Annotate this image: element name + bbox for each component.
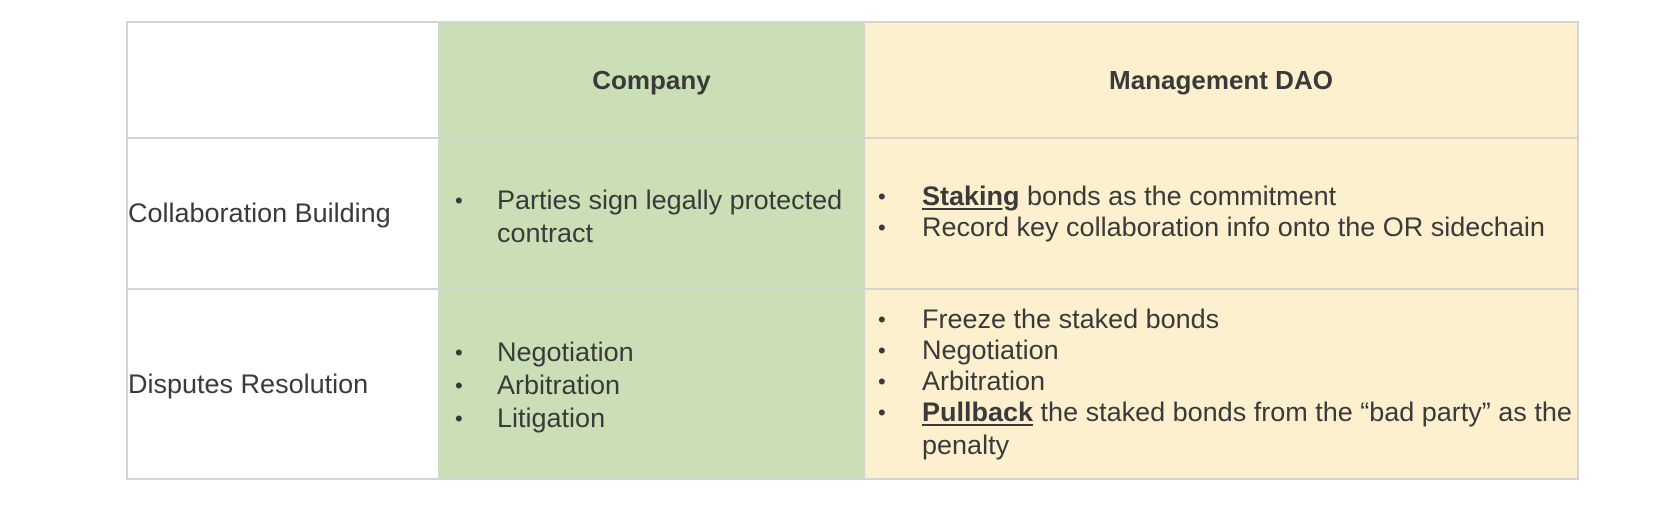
list-item: • Arbitration bbox=[878, 366, 1046, 396]
bullet-list: • Freeze the staked bonds • Negotiation • A… bbox=[865, 303, 1577, 462]
dao-cell-disputes: • Freeze the staked bonds • Negotiation • A… bbox=[863, 288, 1579, 480]
list-item: • Litigation bbox=[455, 402, 606, 433]
bullet-list: • Parties sign legally protected contract bbox=[440, 178, 863, 250]
keyword-staking: Staking bbox=[922, 180, 1020, 211]
bullet-icon: • bbox=[455, 405, 463, 431]
table-row: Disputes Resolution • Negotiation • Arbitr… bbox=[126, 288, 1579, 480]
row-label-collaboration-building: Collaboration Building bbox=[126, 137, 440, 290]
dao-cell-collaboration: • Staking bonds as the commitment • Record… bbox=[863, 137, 1579, 290]
bullet-icon: • bbox=[878, 369, 886, 394]
company-cell-collaboration: • Parties sign legally protected contract bbox=[438, 137, 865, 290]
list-item: • Negotiation bbox=[455, 336, 634, 367]
bullet-icon: • bbox=[878, 400, 886, 425]
bullet-icon: • bbox=[455, 339, 463, 365]
bullet-icon: • bbox=[878, 214, 886, 240]
list-item: • Arbitration bbox=[455, 369, 621, 400]
company-cell-disputes: • Negotiation • Arbitration • Litigation bbox=[438, 288, 865, 480]
bullet-list: • Staking bonds as the commitment • Record… bbox=[865, 180, 1577, 244]
list-item: • Negotiation bbox=[878, 335, 1059, 365]
list-item: • Pullback the staked bonds from the “bad… bbox=[878, 397, 1572, 460]
bullet-icon: • bbox=[455, 187, 463, 213]
list-item: • Parties sign legally protected contract bbox=[455, 184, 843, 248]
corner-cell bbox=[126, 21, 440, 139]
list-item: • Freeze the staked bonds bbox=[878, 304, 1220, 334]
bullet-icon: • bbox=[878, 307, 886, 332]
keyword-pullback: Pullback bbox=[922, 397, 1034, 427]
bullet-icon: • bbox=[878, 183, 886, 209]
row-label-disputes-resolution: Disputes Resolution bbox=[126, 288, 440, 480]
header-row: Company Management DAO bbox=[126, 21, 1579, 139]
header-management-dao: Management DAO bbox=[863, 21, 1579, 139]
bullet-list: • Negotiation • Arbitration • Litigation bbox=[440, 334, 863, 435]
list-item: • Record key collaboration info onto the … bbox=[878, 211, 1545, 242]
header-company: Company bbox=[438, 21, 865, 139]
list-item: • Staking bonds as the commitment bbox=[878, 180, 1337, 211]
bullet-icon: • bbox=[878, 338, 886, 363]
table-row: Collaboration Building • Parties sign leg… bbox=[126, 137, 1579, 290]
bullet-icon: • bbox=[455, 372, 463, 398]
comparison-table: Company Management DAO Collaboration Bui… bbox=[126, 21, 1579, 480]
